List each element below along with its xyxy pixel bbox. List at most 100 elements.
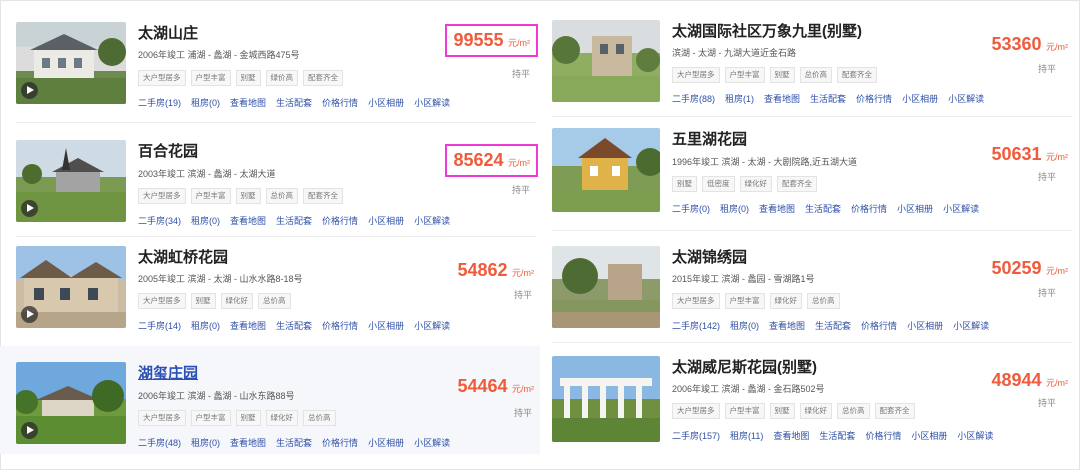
rent-link[interactable]: 租房(11) <box>730 429 763 442</box>
listing-name[interactable]: 太湖锦绣园 <box>672 246 747 267</box>
price-trend-link[interactable]: 价格行情 <box>322 436 358 449</box>
price-value: 50631 <box>991 144 1042 164</box>
album-link[interactable]: 小区相册 <box>368 96 404 109</box>
play-video-icon[interactable] <box>21 200 38 217</box>
tag: 大户型居多 <box>138 188 186 204</box>
amenities-link[interactable]: 生活配套 <box>276 96 312 109</box>
listing-card[interactable]: 太湖山庄 2006年竣工 浦湖 - 蠡湖 - 金城西路475号 大户型居多 户型… <box>0 0 540 118</box>
price-trend: 持平 <box>1037 398 1056 408</box>
rent-link[interactable]: 租房(1) <box>725 92 754 105</box>
tag: 配套齐全 <box>303 70 343 86</box>
amenities-link[interactable]: 生活配套 <box>276 436 312 449</box>
listing-name[interactable]: 五里湖花园 <box>672 128 747 149</box>
amenities-link[interactable]: 生活配套 <box>810 92 846 105</box>
map-link[interactable]: 查看地图 <box>230 214 266 227</box>
listing-card[interactable]: 太湖虹桥花园 2005年竣工 滨湖 - 太湖 - 山水水路8-18号 大户型居多… <box>0 240 540 344</box>
tag: 别墅 <box>190 293 216 309</box>
album-link[interactable]: 小区相册 <box>907 319 943 332</box>
listing-meta: 2015年竣工 滨湖 - 蠡园 - 雪湖路1号 <box>672 274 815 284</box>
price-unit: 元/m² <box>1046 266 1068 276</box>
amenities-link[interactable]: 生活配套 <box>276 214 312 227</box>
listing-photo[interactable] <box>552 20 660 102</box>
rent-link[interactable]: 租房(0) <box>191 214 220 227</box>
tag: 低密度 <box>702 176 735 192</box>
price-trend-link[interactable]: 价格行情 <box>856 92 892 105</box>
listing-name[interactable]: 太湖国际社区万象九里(别墅) <box>672 20 862 41</box>
map-link[interactable]: 查看地图 <box>764 92 800 105</box>
rent-link[interactable]: 租房(0) <box>720 202 749 215</box>
tag: 大户型居多 <box>138 70 186 86</box>
listing-name[interactable]: 湖玺庄园 <box>138 362 198 383</box>
listing-name[interactable]: 太湖山庄 <box>138 22 198 43</box>
secondhand-link[interactable]: 二手房(48) <box>138 436 181 449</box>
price-box: 50259 元/m² <box>991 258 1068 279</box>
play-video-icon[interactable] <box>21 82 38 99</box>
secondhand-link[interactable]: 二手房(14) <box>138 319 181 332</box>
review-link[interactable]: 小区解读 <box>414 319 450 332</box>
map-link[interactable]: 查看地图 <box>759 202 795 215</box>
listing-name[interactable]: 太湖虹桥花园 <box>138 246 228 267</box>
price-trend-link[interactable]: 价格行情 <box>851 202 887 215</box>
map-link[interactable]: 查看地图 <box>230 319 266 332</box>
review-link[interactable]: 小区解读 <box>414 214 450 227</box>
secondhand-link[interactable]: 二手房(34) <box>138 214 181 227</box>
price-trend-link[interactable]: 价格行情 <box>865 429 901 442</box>
map-link[interactable]: 查看地图 <box>230 436 266 449</box>
album-link[interactable]: 小区相册 <box>897 202 933 215</box>
price-trend-link[interactable]: 价格行情 <box>322 96 358 109</box>
secondhand-link[interactable]: 二手房(157) <box>672 429 720 442</box>
album-link[interactable]: 小区相册 <box>902 92 938 105</box>
listing-photo[interactable] <box>552 246 660 328</box>
album-link[interactable]: 小区相册 <box>911 429 947 442</box>
album-link[interactable]: 小区相册 <box>368 319 404 332</box>
listing-photo[interactable] <box>16 140 126 222</box>
price-trend: 持平 <box>511 185 530 195</box>
secondhand-link[interactable]: 二手房(19) <box>138 96 181 109</box>
price-trend-link[interactable]: 价格行情 <box>861 319 897 332</box>
listing-meta: 2006年竣工 浦湖 - 蠡湖 - 金城西路475号 <box>138 50 300 60</box>
map-link[interactable]: 查看地图 <box>769 319 805 332</box>
amenities-link[interactable]: 生活配套 <box>815 319 851 332</box>
amenities-link[interactable]: 生活配套 <box>276 319 312 332</box>
album-link[interactable]: 小区相册 <box>368 214 404 227</box>
amenities-link[interactable]: 生活配套 <box>805 202 841 215</box>
album-link[interactable]: 小区相册 <box>368 436 404 449</box>
price-trend-link[interactable]: 价格行情 <box>322 319 358 332</box>
secondhand-link[interactable]: 二手房(88) <box>672 92 715 105</box>
review-link[interactable]: 小区解读 <box>953 319 989 332</box>
price-trend-link[interactable]: 价格行情 <box>322 214 358 227</box>
listing-card[interactable]: 五里湖花园 1996年竣工 滨湖 - 太湖 - 大剧院路,近五湖大道 别墅 低密… <box>540 118 1080 230</box>
listing-name[interactable]: 太湖威尼斯花园(别墅) <box>672 356 817 377</box>
map-link[interactable]: 查看地图 <box>773 429 809 442</box>
listing-card[interactable]: 湖玺庄园 2006年竣工 滨湖 - 蠡湖 - 山水东路88号 大户型居多 户型丰… <box>0 346 540 454</box>
secondhand-link[interactable]: 二手房(0) <box>672 202 710 215</box>
listing-card[interactable]: 太湖国际社区万象九里(别墅) 滨湖 - 太湖 - 九湖大道近金石路 大户型居多 … <box>540 0 1080 114</box>
listing-photo[interactable] <box>552 128 660 212</box>
listing-photo[interactable] <box>16 246 126 328</box>
amenities-link[interactable]: 生活配套 <box>819 429 855 442</box>
rent-link[interactable]: 租房(0) <box>730 319 759 332</box>
review-link[interactable]: 小区解读 <box>943 202 979 215</box>
tag: 户型丰富 <box>724 293 765 309</box>
review-link[interactable]: 小区解读 <box>948 92 984 105</box>
listing-photo[interactable] <box>16 22 126 104</box>
listing-card[interactable]: 太湖锦绣园 2015年竣工 滨湖 - 蠡园 - 雪湖路1号 大户型居多 户型丰富… <box>540 232 1080 340</box>
review-link[interactable]: 小区解读 <box>414 436 450 449</box>
rent-link[interactable]: 租房(0) <box>191 436 220 449</box>
listing-card[interactable]: 百合花园 2003年竣工 滨湖 - 蠡湖 - 太湖大道 大户型居多 户型丰富 别… <box>0 126 540 238</box>
listing-photo[interactable] <box>16 362 126 444</box>
listing-name[interactable]: 百合花园 <box>138 140 198 161</box>
rent-link[interactable]: 租房(0) <box>191 96 220 109</box>
play-video-icon[interactable] <box>21 422 38 439</box>
review-link[interactable]: 小区解读 <box>957 429 993 442</box>
secondhand-link[interactable]: 二手房(142) <box>672 319 720 332</box>
listing-links: 二手房(0) 租房(0) 查看地图 生活配套 价格行情 小区相册 小区解读 <box>672 202 979 215</box>
play-video-icon[interactable] <box>21 306 38 323</box>
price-trend: 持平 <box>513 290 532 300</box>
review-link[interactable]: 小区解读 <box>414 96 450 109</box>
listing-photo[interactable] <box>552 356 660 442</box>
map-link[interactable]: 查看地图 <box>230 96 266 109</box>
tag: 绿化好 <box>220 293 253 309</box>
listing-card[interactable]: 太湖威尼斯花园(别墅) 2006年竣工 滨湖 - 蠡湖 - 金石路502号 大户… <box>540 344 1080 456</box>
rent-link[interactable]: 租房(0) <box>191 319 220 332</box>
